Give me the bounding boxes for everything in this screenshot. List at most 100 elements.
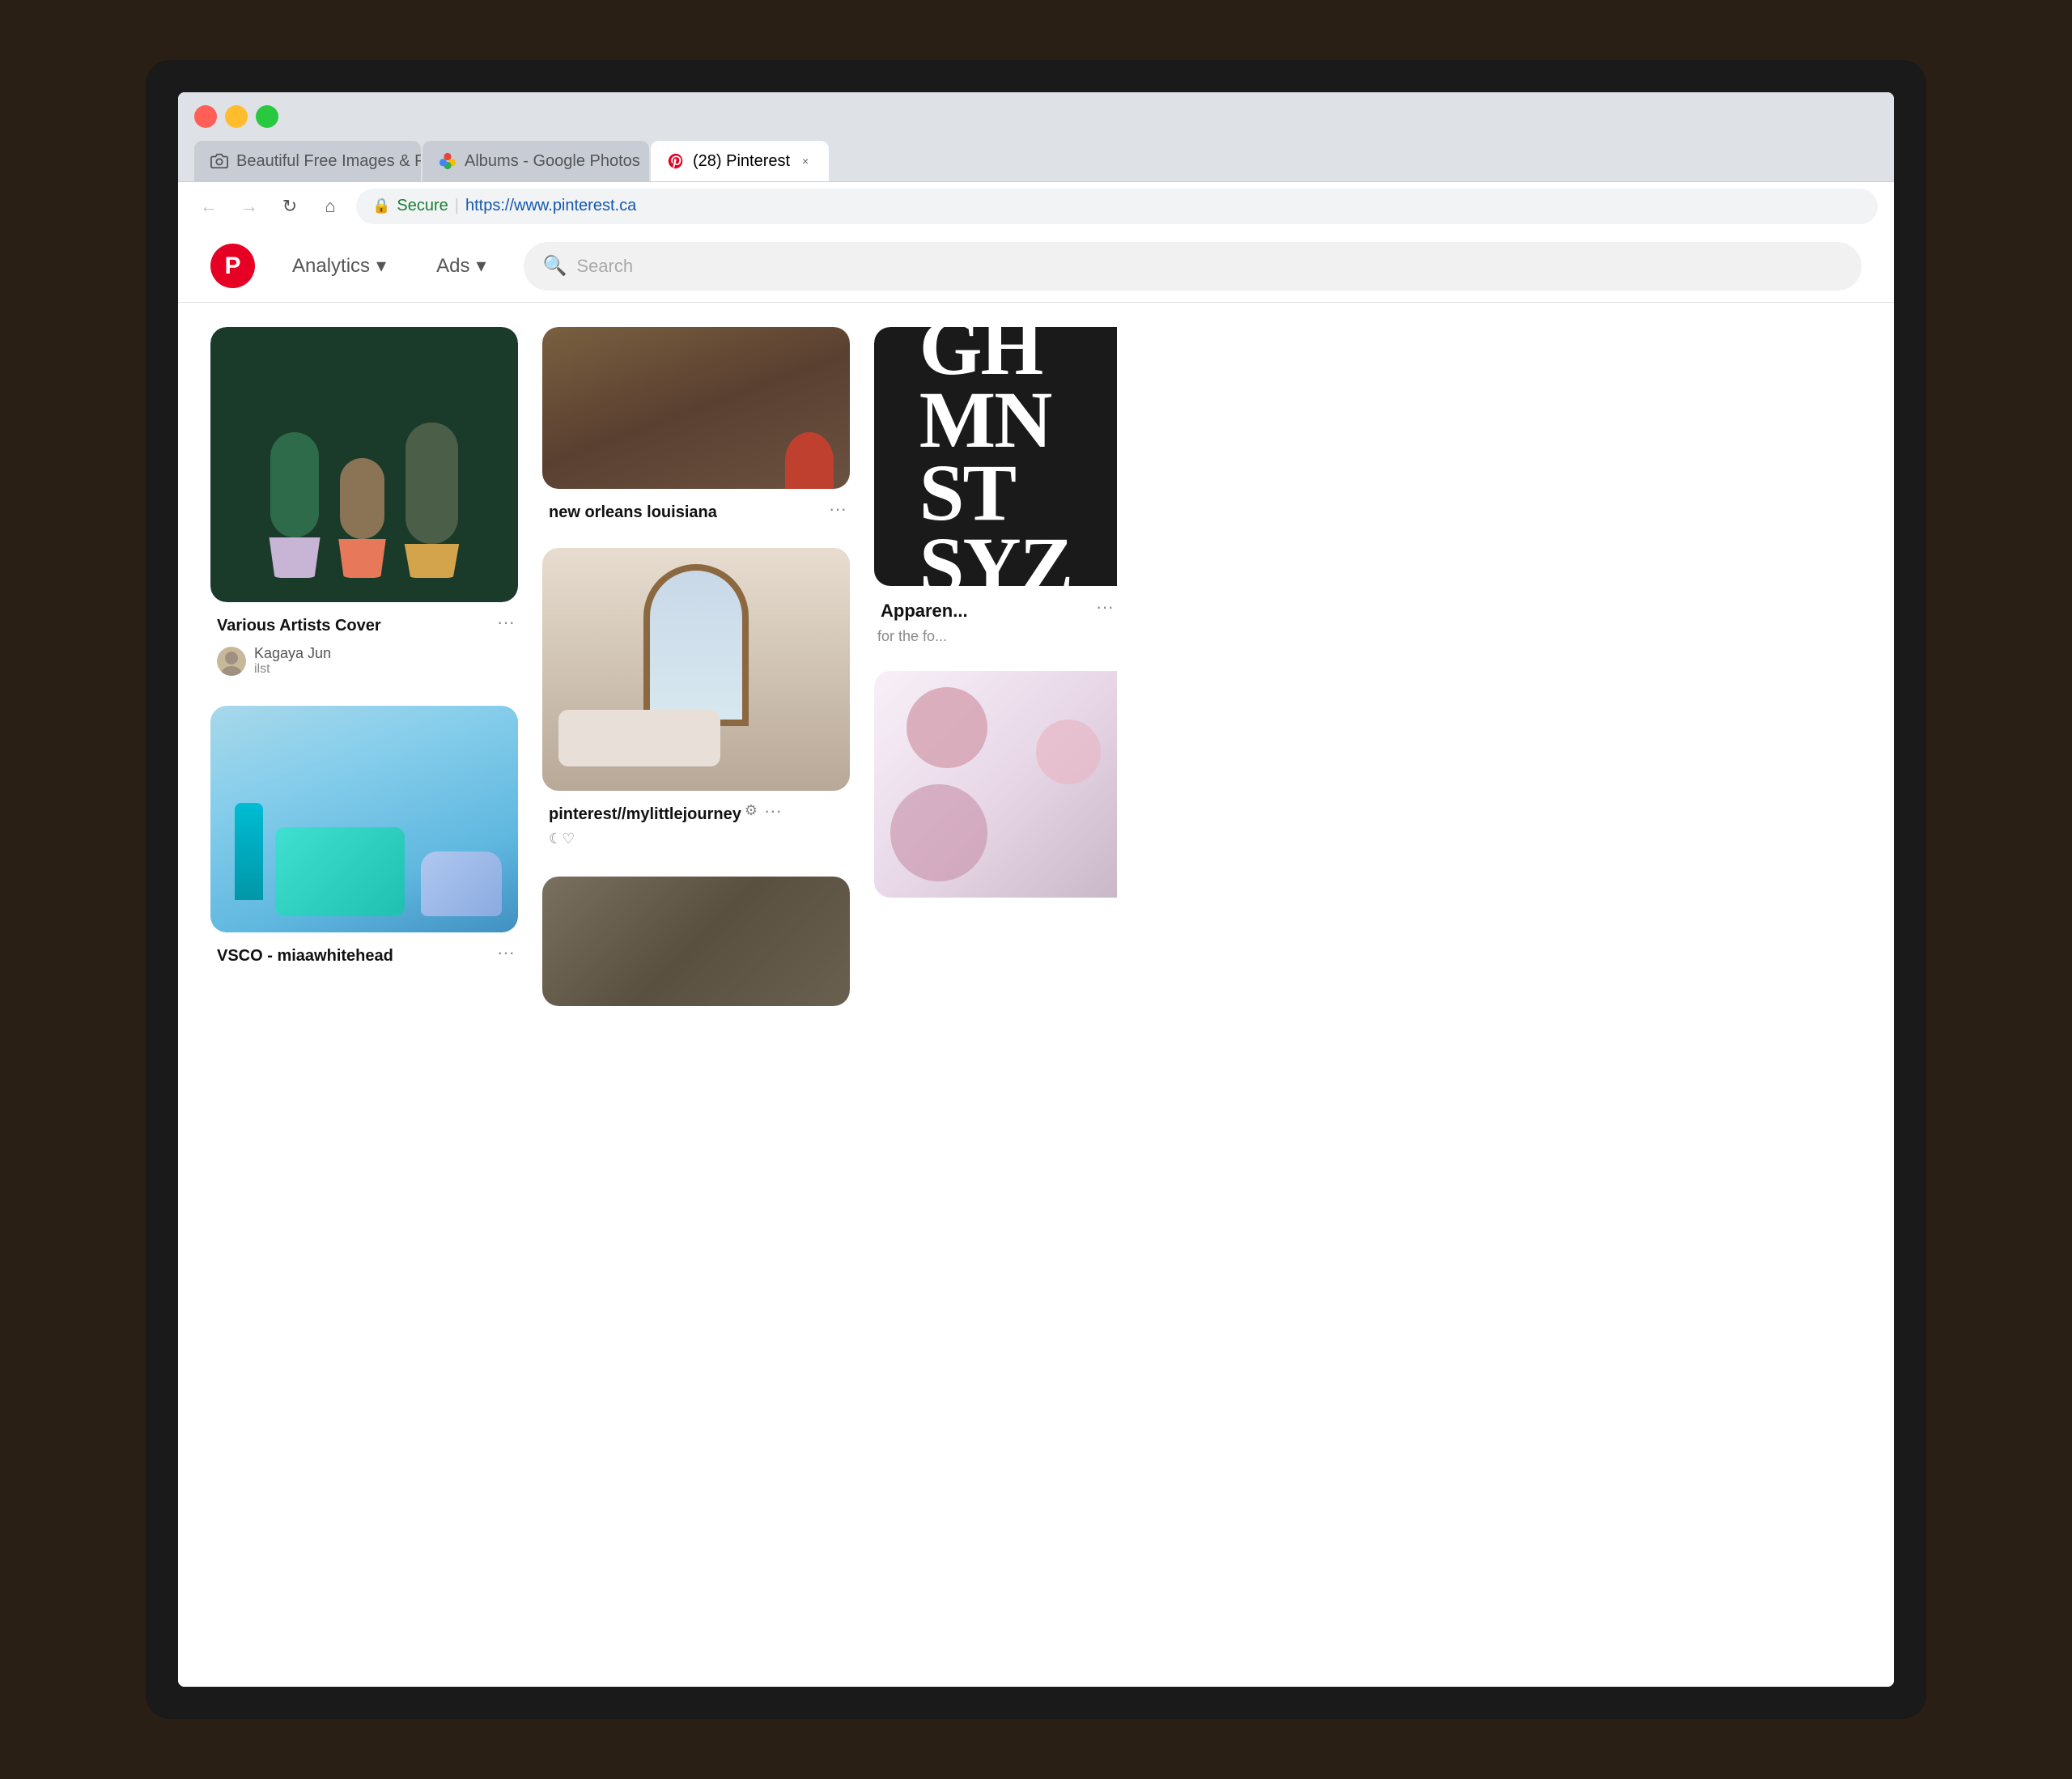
door-illustration [542, 327, 850, 489]
typography-text: AEGHMNSTSYZ56 [903, 327, 1089, 586]
plant-1 [266, 432, 323, 578]
tab-google-photos[interactable]: Albums - Google Photos × [422, 141, 649, 181]
laptop-frame: Beautiful Free Images & Pictur... × Albu… [146, 60, 1926, 1719]
pin-cactus-user: Kagaya Jun ilst [214, 639, 515, 683]
url-display: https://www.pinterest.ca [465, 197, 636, 215]
pin-new-orleans-info: new orleans louisiana ··· [542, 489, 850, 529]
analytics-nav-item[interactable]: Analytics ▾ [279, 246, 399, 286]
pin-user-name: Kagaya Jun [254, 645, 331, 662]
address-field[interactable]: 🔒 Secure | https://www.pinterest.ca [356, 189, 1878, 224]
pin-cactus-info: Various Artists Cover ··· [210, 602, 518, 686]
living-room-illustration [542, 548, 850, 791]
pinterest-tab-icon [667, 152, 685, 170]
plant-3 [401, 422, 462, 578]
pinterest-navbar: P Analytics ▾ Ads ▾ 🔍 Search [178, 230, 1894, 303]
avatar-illustration [217, 647, 246, 676]
tab-google-photos-close[interactable]: × [648, 154, 649, 168]
tab-unsplash[interactable]: Beautiful Free Images & Pictur... × [194, 141, 421, 181]
pinterest-logo[interactable]: P [210, 244, 255, 288]
pin-new-orleans-title: new orleans louisiana [546, 492, 720, 525]
pin-card-bottom[interactable] [542, 877, 850, 1006]
pin-column-2: new orleans louisiana ··· [542, 327, 850, 1662]
pin-living-room-sub: ☾♡ [546, 827, 847, 854]
forward-button[interactable]: → [235, 192, 264, 221]
pin-image-new-orleans [542, 327, 850, 489]
traffic-lights [194, 105, 278, 128]
kagaya-jun-avatar [217, 647, 246, 676]
flower-2 [1036, 720, 1101, 784]
tab-pinterest[interactable]: (28) Pinterest × [651, 141, 829, 181]
plant-illustration [266, 422, 462, 578]
arch-window [643, 564, 749, 726]
main-content: Various Artists Cover ··· [178, 303, 1894, 1687]
bottom-photo-illustration [542, 877, 850, 1006]
tab-pinterest-label: (28) Pinterest [693, 152, 790, 171]
search-placeholder: Search [576, 256, 633, 277]
pin-image-living-room [542, 548, 850, 791]
pin-typography-sub: for the fo... [874, 628, 1117, 652]
pin-typography-more-button[interactable]: ··· [1096, 597, 1114, 618]
pin-card-floral[interactable] [874, 671, 1117, 898]
pin-card-living-room[interactable]: pinterest//mylittlejourney ⚙ ··· ☾♡ [542, 548, 850, 857]
pin-user-details: Kagaya Jun ilst [254, 645, 331, 677]
pin-column-4: AEGHMNSTSYZ56 Apparen... ··· for the fo.… [874, 327, 1117, 1662]
pin-new-orleans-more-button[interactable]: ··· [829, 499, 847, 520]
secure-label: Secure [397, 197, 448, 215]
pin-image-typography: AEGHMNSTSYZ56 [874, 327, 1117, 586]
home-button[interactable]: ⌂ [316, 192, 345, 221]
heart-icon: ☾♡ [549, 830, 575, 847]
close-window-button[interactable] [194, 105, 217, 128]
search-bar[interactable]: 🔍 Search [524, 242, 1862, 291]
google-photos-icon [439, 152, 456, 170]
flower-3 [890, 784, 987, 881]
ads-label: Ads [436, 255, 469, 278]
pinterest-app: P Analytics ▾ Ads ▾ 🔍 Search [178, 230, 1894, 1687]
pin-card-typography[interactable]: AEGHMNSTSYZ56 Apparen... ··· for the fo.… [874, 327, 1117, 652]
pin-vsco-title: VSCO - miaawhitehead [214, 936, 397, 969]
pin-image-cactus [210, 327, 518, 602]
pin-card-cactus[interactable]: Various Artists Cover ··· [210, 327, 518, 686]
tab-pinterest-close[interactable]: × [798, 154, 813, 168]
pin-image-bottom [542, 877, 850, 1006]
tabs-row: Beautiful Free Images & Pictur... × Albu… [178, 141, 1894, 181]
search-icon: 🔍 [543, 254, 567, 278]
vsco-items-illustration [210, 706, 518, 932]
ads-nav-item[interactable]: Ads ▾ [423, 246, 499, 286]
tab-google-photos-label: Albums - Google Photos [465, 152, 640, 171]
reload-button[interactable]: ↻ [275, 192, 304, 221]
shoes-illustration [421, 851, 502, 916]
tab-unsplash-label: Beautiful Free Images & Pictur... [236, 152, 421, 171]
pin-image-vsco [210, 706, 518, 932]
pin-typography-info: Apparen... ··· [874, 586, 1117, 628]
pin-typography-title: Apparen... [877, 589, 971, 625]
back-button[interactable]: ← [194, 192, 223, 221]
pin-vsco-more-button[interactable]: ··· [497, 942, 515, 963]
minimize-window-button[interactable] [225, 105, 248, 128]
pin-living-room-title: pinterest//mylittlejourney [546, 794, 745, 827]
analytics-label: Analytics [292, 255, 370, 278]
title-bar [178, 92, 1894, 141]
browser-chrome: Beautiful Free Images & Pictur... × Albu… [178, 92, 1894, 230]
secure-lock-icon: 🔒 [372, 197, 390, 214]
browser-screen: Beautiful Free Images & Pictur... × Albu… [178, 92, 1894, 1687]
sofa-illustration [558, 710, 720, 766]
pin-image-floral [874, 671, 1117, 898]
analytics-chevron-icon: ▾ [376, 254, 386, 278]
pin-cactus-title: Various Artists Cover [214, 605, 384, 639]
pin-living-room-info: pinterest//mylittlejourney ⚙ ··· ☾♡ [542, 791, 850, 857]
settings-icon[interactable]: ⚙ [745, 802, 758, 819]
pin-living-room-more-button[interactable]: ··· [764, 800, 782, 822]
ads-chevron-icon: ▾ [476, 254, 486, 278]
tshirt-illustration [275, 827, 405, 916]
pin-card-vsco[interactable]: VSCO - miaawhitehead ··· [210, 706, 518, 972]
address-bar-row: ← → ↻ ⌂ 🔒 Secure | https://www.pinterest… [178, 181, 1894, 230]
flower-1 [906, 687, 987, 768]
address-separator: | [455, 197, 459, 215]
pin-vsco-info: VSCO - miaawhitehead ··· [210, 932, 518, 972]
maximize-window-button[interactable] [256, 105, 278, 128]
pin-card-new-orleans[interactable]: new orleans louisiana ··· [542, 327, 850, 529]
plant-2 [336, 458, 388, 578]
pin-user-sub: ilst [254, 662, 331, 677]
pin-cactus-more-button[interactable]: ··· [497, 612, 515, 633]
bottle-illustration [235, 803, 263, 900]
